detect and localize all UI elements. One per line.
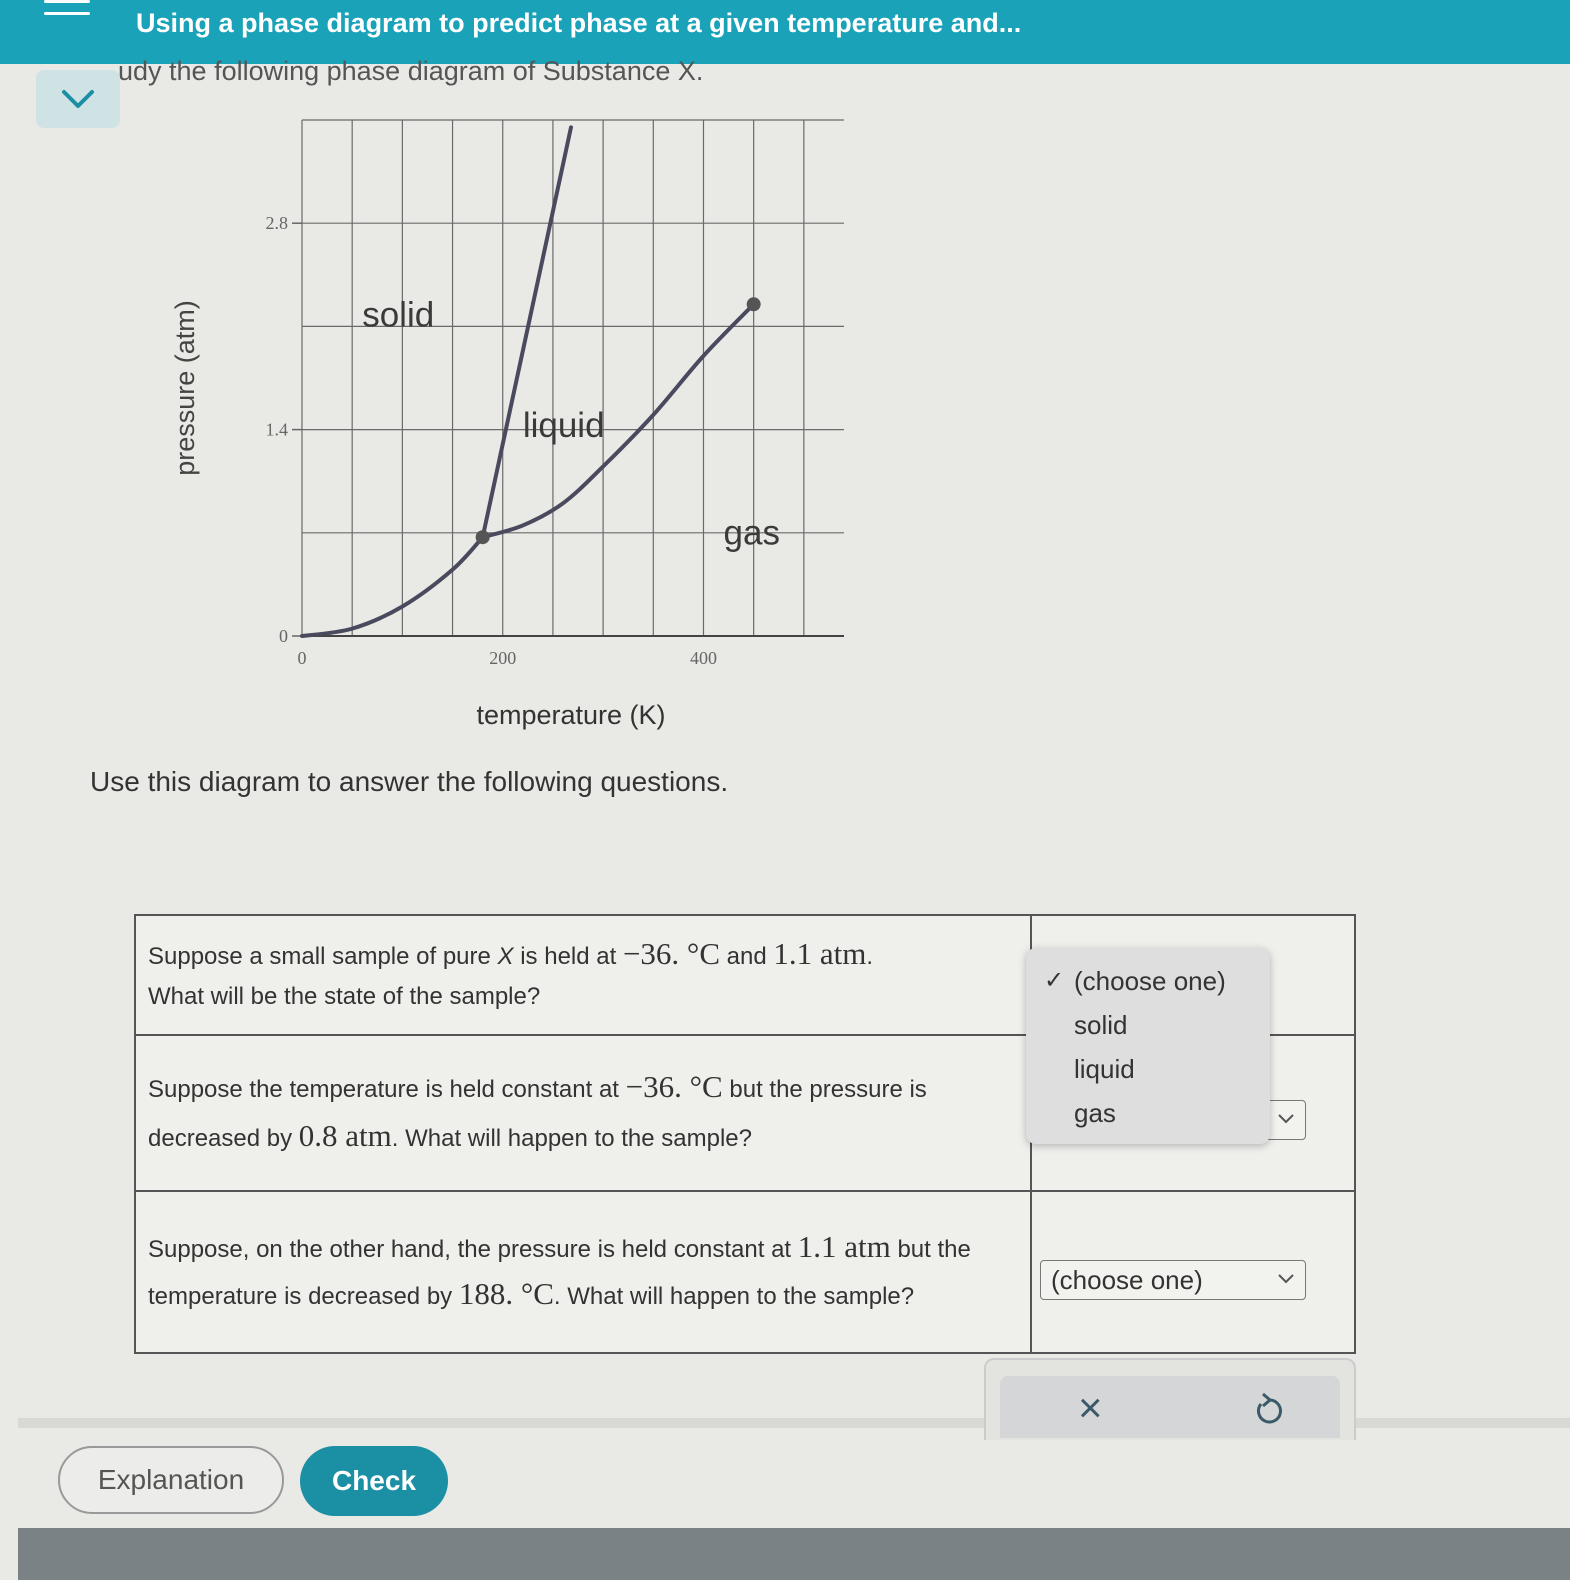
menu-option-solid[interactable]: solid <box>1074 1010 1127 1041</box>
menu-option-gas[interactable]: gas <box>1074 1098 1116 1129</box>
x-tick-label: 400 <box>690 648 717 668</box>
chart-ticks: 0 200 400 0 1.4 2.8 <box>266 213 717 668</box>
answer-dropdown-3[interactable]: (choose one) <box>1040 1260 1306 1300</box>
check-button[interactable]: Check <box>300 1446 448 1516</box>
menu-option-choose-one[interactable]: (choose one) <box>1074 966 1226 997</box>
question-cell: Suppose, on the other hand, the pressure… <box>136 1192 1032 1352</box>
dropdown-selected-value: (choose one) <box>1051 1264 1203 1295</box>
chart-grid <box>301 119 844 637</box>
question-text: Suppose a small sample of pure X is held… <box>148 935 874 1010</box>
chevron-down-icon <box>1278 1274 1294 1284</box>
chart-region-labels: solid liquid gas <box>362 295 780 552</box>
tools-panel: × <box>1000 1376 1340 1438</box>
question-cell: Suppose a small sample of pure X is held… <box>136 916 1032 1034</box>
top-bar: Using a phase diagram to predict phase a… <box>0 0 1570 64</box>
y-tick-label: 2.8 <box>266 213 289 233</box>
page-title: Using a phase diagram to predict phase a… <box>136 8 1022 38</box>
x-axis-label: temperature (K) <box>476 700 665 730</box>
region-label-solid: solid <box>362 295 434 334</box>
y-tick-label: 1.4 <box>266 420 289 440</box>
question-text: Suppose the temperature is held constant… <box>148 1069 927 1153</box>
phase-boundary-line-2 <box>480 125 573 540</box>
question-cell: Suppose the temperature is held constant… <box>136 1036 1032 1190</box>
dropdown-menu: ✓ (choose one) solid liquid gas <box>1026 948 1270 1144</box>
menu-icon[interactable] <box>44 0 90 22</box>
phase-boundary-line-1 <box>300 535 485 638</box>
data-point <box>475 530 490 545</box>
collapse-button[interactable] <box>36 70 120 128</box>
region-label-gas: gas <box>724 514 780 553</box>
footer-bar <box>18 1528 1570 1580</box>
answer-tools: × <box>984 1358 1356 1440</box>
chart-points <box>475 297 761 545</box>
y-axis-label: pressure (atm) <box>170 300 200 476</box>
menu-option-liquid[interactable]: liquid <box>1074 1054 1135 1085</box>
explanation-button[interactable]: Explanation <box>58 1446 284 1514</box>
region-label-liquid: liquid <box>523 406 605 445</box>
x-tick-label: 0 <box>298 648 307 668</box>
phase-diagram-chart: 0 200 400 0 1.4 2.8 solid liquid gas pressure (… <box>170 119 844 730</box>
question-text: Suppose, on the other hand, the pressure… <box>148 1229 971 1311</box>
instructions-text: Use this diagram to answer the following… <box>90 766 729 797</box>
y-tick-label: 0 <box>279 626 288 646</box>
chart-series <box>300 125 756 638</box>
intro-text: udy the following phase diagram of Subst… <box>118 56 704 86</box>
chevron-down-icon <box>1278 1114 1294 1124</box>
data-point <box>746 297 761 312</box>
clear-icon[interactable]: × <box>1078 1384 1103 1432</box>
undo-icon[interactable] <box>1252 1390 1286 1426</box>
check-icon: ✓ <box>1044 967 1065 994</box>
chevron-down-icon <box>62 90 94 108</box>
x-tick-label: 200 <box>489 648 516 668</box>
